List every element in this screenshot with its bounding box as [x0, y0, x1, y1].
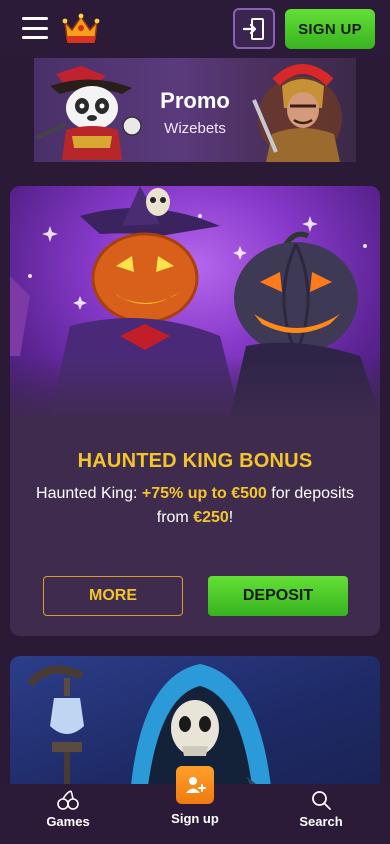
login-button[interactable]: [233, 8, 275, 49]
nav-search[interactable]: Search: [276, 784, 366, 844]
deposit-button[interactable]: DEPOSIT: [208, 576, 348, 616]
hamburger-menu-icon[interactable]: [22, 17, 48, 39]
cherries-icon: [57, 790, 79, 810]
nav-games[interactable]: Games: [23, 784, 113, 844]
nav-games-label: Games: [46, 814, 90, 829]
bonus-desc-text: !: [228, 509, 234, 526]
nav-search-label: Search: [299, 814, 343, 829]
signup-button[interactable]: SIGN UP: [285, 9, 375, 49]
add-user-icon: [186, 777, 206, 793]
crown-logo-icon[interactable]: [62, 12, 100, 46]
top-bar: SIGN UP: [0, 0, 390, 58]
bonus-percent-highlight: +75% up to €500: [141, 485, 267, 502]
nav-signup-badge[interactable]: [176, 766, 214, 804]
bonus-min-deposit-highlight: €250: [193, 509, 229, 526]
bonus-title: HAUNTED KING BONUS: [77, 450, 313, 472]
search-icon: [312, 791, 331, 810]
bonus-card: HAUNTED KING BONUS Haunted King: +75% up…: [10, 186, 380, 636]
nav-signup-label: Sign up: [171, 811, 219, 826]
promo-banner: Promo Wizebets: [34, 58, 356, 162]
login-door-icon: [243, 17, 264, 40]
gladiator-illustration: [252, 64, 342, 162]
bonus-description: Haunted King: +75% up to €500 for deposi…: [34, 482, 356, 530]
bonus-desc-text: Haunted King:: [36, 485, 142, 502]
more-button[interactable]: MORE: [43, 576, 183, 616]
